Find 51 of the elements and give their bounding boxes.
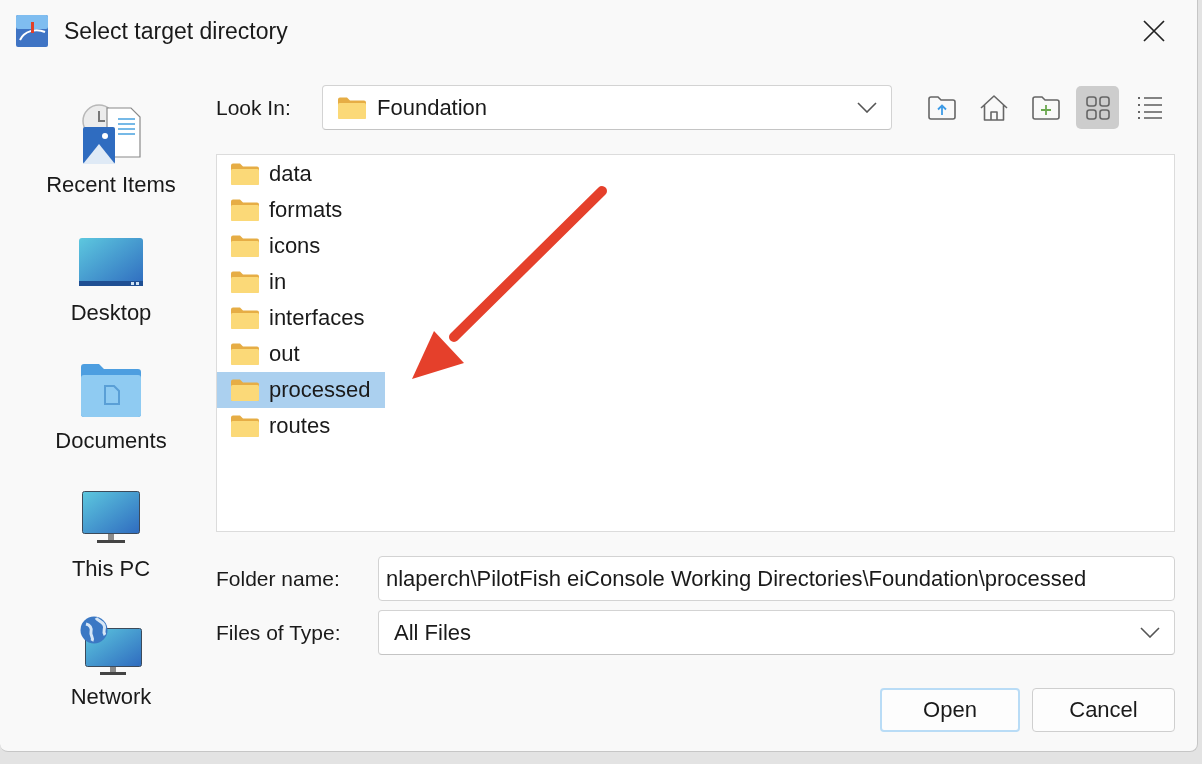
sidebar-place[interactable]: Documents [55, 358, 167, 454]
folder-name-field[interactable]: nlaperch\PilotFish eiConsole Working Directories\Foundation\processed [378, 556, 1175, 601]
file-type-dropdown[interactable]: All Files [378, 610, 1175, 655]
dialog-button[interactable]: Open [880, 688, 1020, 732]
monitor-icon [82, 491, 140, 545]
toolbar-button[interactable] [927, 95, 956, 120]
folder-name-label: Folder name: [216, 566, 341, 591]
folder-icon [231, 163, 259, 185]
recent-items-icon [80, 103, 142, 165]
look-in-label: Look In: [216, 95, 292, 120]
window-title: Select target directory [64, 17, 289, 45]
sidebar-place[interactable]: Recent Items [46, 102, 176, 198]
close-icon [1143, 20, 1165, 42]
app-logo-icon [16, 15, 48, 47]
sidebar-place[interactable]: Desktop [70, 230, 152, 326]
grid-view-icon [1085, 95, 1110, 120]
file-type-label: Files of Type: [216, 620, 342, 645]
folder-item[interactable]: processed [217, 372, 385, 408]
sidebar-place[interactable]: Network [70, 614, 152, 710]
folder-icon [231, 199, 259, 221]
look-in-dropdown[interactable]: Foundation [322, 85, 892, 130]
new-folder-icon [1031, 95, 1060, 120]
home-icon [979, 94, 1008, 121]
folder-item[interactable]: in [217, 264, 301, 300]
folder-icon [231, 415, 259, 437]
folder-icon [231, 343, 259, 365]
documents-folder-icon [81, 363, 141, 417]
folder-icon [231, 271, 259, 293]
folder-item[interactable]: data [217, 156, 326, 192]
folder-item[interactable]: out [217, 336, 314, 372]
list-view-icon [1137, 96, 1162, 119]
sidebar-place[interactable]: This PC [71, 486, 151, 582]
dialog-button[interactable]: Cancel [1032, 688, 1175, 732]
folder-item[interactable]: interfaces [217, 300, 379, 336]
folder-item[interactable]: icons [217, 228, 335, 264]
folder-item[interactable]: formats [217, 192, 357, 228]
close-button[interactable] [1143, 20, 1165, 42]
folder-icon [231, 235, 259, 257]
toolbar-button[interactable] [979, 94, 1008, 121]
network-computer-icon [80, 616, 142, 676]
folder-icon [231, 379, 259, 401]
folder-up-icon [927, 95, 956, 120]
folder-icon [338, 96, 366, 119]
view-toggle[interactable] [1137, 96, 1162, 119]
toolbar-button[interactable] [1031, 95, 1060, 120]
chevron-down-icon [1140, 627, 1160, 638]
folder-icon [231, 307, 259, 329]
chevron-down-icon [857, 102, 877, 113]
desktop-icon [79, 238, 143, 286]
view-toggle[interactable] [1076, 86, 1119, 129]
folder-item[interactable]: routes [217, 408, 345, 444]
